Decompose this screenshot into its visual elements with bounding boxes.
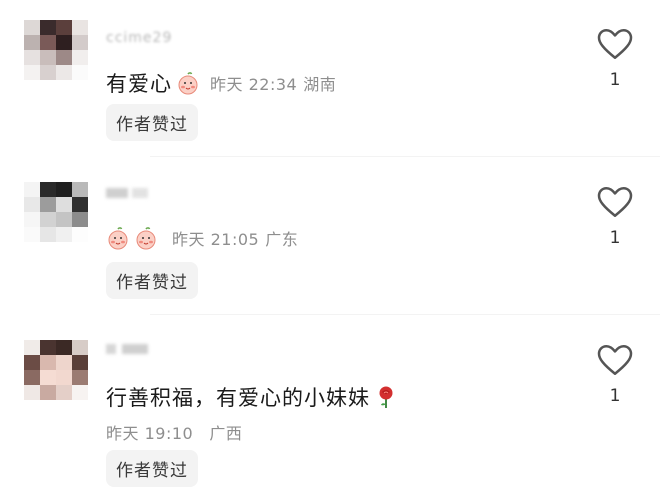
rose-emoji <box>379 386 393 408</box>
username[interactable] <box>106 342 150 358</box>
author-liked-badge: 作者赞过 <box>106 450 198 487</box>
comment-text: 行善积福，有爱心的小妹妹 <box>106 386 370 410</box>
heart-outline-icon[interactable] <box>596 344 634 376</box>
comment-meta: 昨天 19:10 广西 <box>106 420 242 444</box>
comment-item: 行善积福，有爱心的小妹妹 昨天 19:10 广西 作者赞过 1 <box>0 0 660 491</box>
like-count: 1 <box>609 386 621 406</box>
comment-time: 昨天 19:10 <box>106 424 194 443</box>
comment-location: 广西 <box>209 424 243 443</box>
avatar[interactable] <box>24 340 88 400</box>
comment-content: 行善积福，有爱心的小妹妹 <box>106 382 398 412</box>
